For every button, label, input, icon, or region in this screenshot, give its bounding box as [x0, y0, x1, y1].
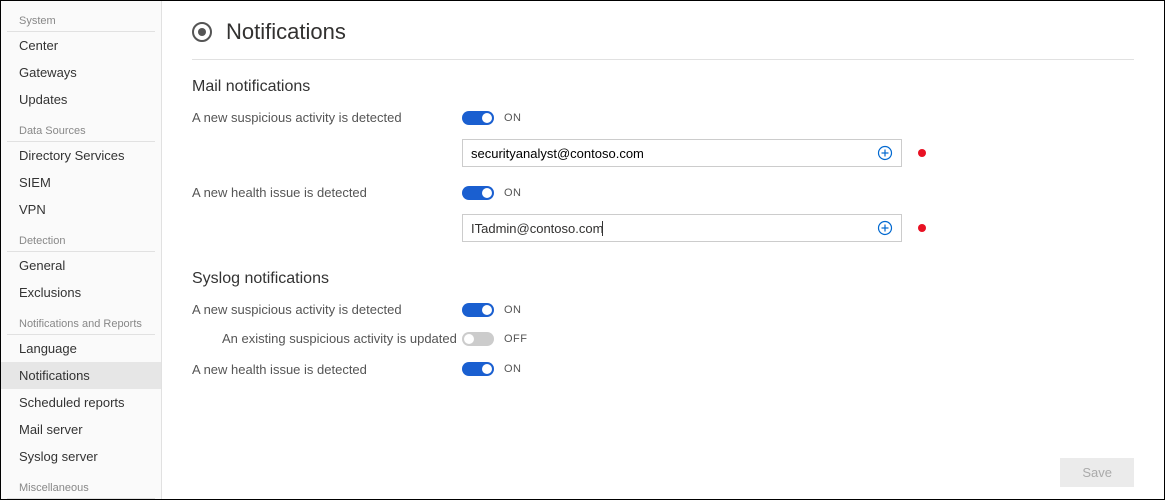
sidebar-header-notifications-reports: Notifications and Reports	[7, 312, 155, 335]
syslog-health-state: ON	[504, 363, 522, 375]
mail-section-title: Mail notifications	[192, 78, 1134, 96]
syslog-suspicious-state: ON	[504, 304, 522, 316]
sidebar-header-miscellaneous: Miscellaneous	[7, 476, 155, 499]
mail-health-email-wrap: ITadmin@contoso.com	[462, 214, 902, 242]
main-content: Notifications Mail notifications A new s…	[161, 1, 1164, 499]
syslog-suspicious-label: A new suspicious activity is detected	[192, 302, 462, 317]
sidebar-header-system: System	[7, 9, 155, 32]
mail-health-toggle[interactable]	[462, 186, 494, 200]
syslog-section-title: Syslog notifications	[192, 270, 1134, 288]
sidebar-item-syslog-server[interactable]: Syslog server	[1, 443, 161, 470]
sidebar-item-scheduled-reports[interactable]: Scheduled reports	[1, 389, 161, 416]
sidebar: System Center Gateways Updates Data Sour…	[1, 1, 161, 499]
syslog-updated-state: OFF	[504, 333, 528, 345]
target-icon	[192, 22, 212, 42]
add-email-icon[interactable]	[877, 145, 893, 161]
sidebar-item-general[interactable]: General	[1, 252, 161, 279]
mail-suspicious-label: A new suspicious activity is detected	[192, 110, 462, 125]
sidebar-item-notifications[interactable]: Notifications	[1, 362, 161, 389]
syslog-health-toggle[interactable]	[462, 362, 494, 376]
mail-health-label: A new health issue is detected	[192, 185, 462, 200]
sidebar-item-siem[interactable]: SIEM	[1, 169, 161, 196]
sidebar-item-gateways[interactable]: Gateways	[1, 59, 161, 86]
sidebar-item-vpn[interactable]: VPN	[1, 196, 161, 223]
sidebar-item-mail-server[interactable]: Mail server	[1, 416, 161, 443]
page-title: Notifications	[226, 19, 346, 45]
syslog-notifications-section: Syslog notifications A new suspicious ac…	[192, 270, 1134, 377]
add-email-icon[interactable]	[877, 220, 893, 236]
sidebar-item-directory-services[interactable]: Directory Services	[1, 142, 161, 169]
syslog-updated-label: An existing suspicious activity is updat…	[192, 331, 462, 348]
syslog-suspicious-toggle[interactable]	[462, 303, 494, 317]
sidebar-item-exclusions[interactable]: Exclusions	[1, 279, 161, 306]
mail-health-state: ON	[504, 187, 522, 199]
mail-notifications-section: Mail notifications A new suspicious acti…	[192, 78, 1134, 242]
validation-dot-icon	[918, 224, 926, 232]
sidebar-item-updates[interactable]: Updates	[1, 86, 161, 113]
sidebar-item-center[interactable]: Center	[1, 32, 161, 59]
mail-suspicious-state: ON	[504, 112, 522, 124]
syslog-updated-toggle[interactable]	[462, 332, 494, 346]
mail-suspicious-email-input[interactable]	[471, 146, 877, 161]
mail-suspicious-email-wrap	[462, 139, 902, 167]
validation-dot-icon	[918, 149, 926, 157]
save-button[interactable]: Save	[1060, 458, 1134, 487]
sidebar-header-data-sources: Data Sources	[7, 119, 155, 142]
mail-suspicious-toggle[interactable]	[462, 111, 494, 125]
mail-health-email-text[interactable]: ITadmin@contoso.com	[471, 221, 877, 236]
sidebar-item-language[interactable]: Language	[1, 335, 161, 362]
sidebar-header-detection: Detection	[7, 229, 155, 252]
syslog-health-label: A new health issue is detected	[192, 362, 462, 377]
